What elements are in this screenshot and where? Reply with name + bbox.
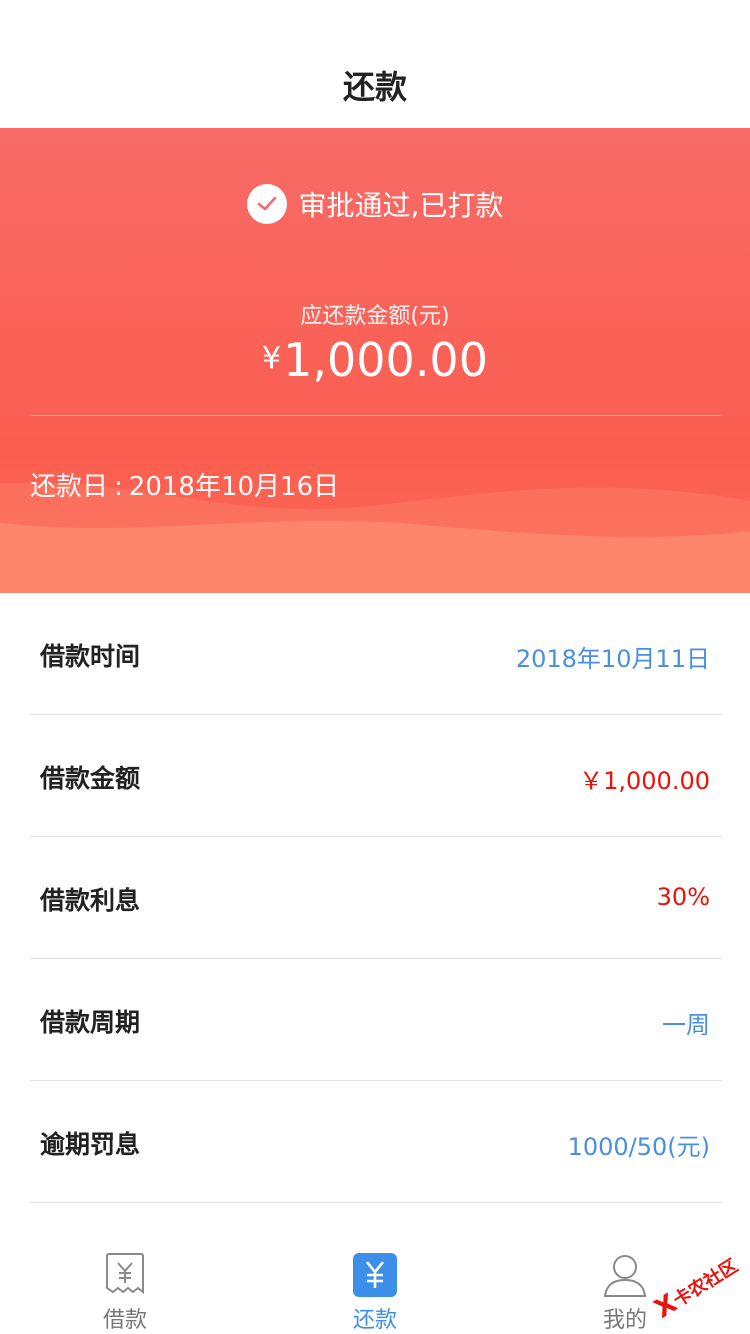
tab-label: 还款: [352, 1308, 397, 1333]
page-title: 还款: [342, 68, 407, 106]
due-amount: ¥1,000.00: [0, 333, 750, 387]
repayment-summary-card: 审批通过,已打款 应还款金额(元) ¥1,000.00 还款日:2018年10月…: [0, 128, 750, 593]
due-amount-label: 应还款金额(元): [300, 304, 450, 329]
row-label: 逾期罚息: [40, 1130, 141, 1159]
status-text: 审批通过,已打款: [298, 189, 504, 222]
nav-bar: 还款: [0, 0, 750, 128]
list-item-loan-amount: 借款金额 ￥1,000.00: [30, 715, 722, 837]
yen-icon: [352, 1252, 398, 1298]
row-value: ￥1,000.00: [579, 767, 710, 795]
list-item-loan-interest: 借款利息 30%: [30, 837, 722, 959]
row-value: 2018年10月11日: [515, 645, 710, 673]
row-label: 借款金额: [40, 764, 141, 793]
repay-date-value: 2018年10月16日: [128, 472, 340, 502]
row-value: 1000/50(元): [567, 1133, 710, 1161]
approval-status: 审批通过,已打款: [0, 184, 750, 228]
tab-label: 借款: [102, 1308, 147, 1333]
currency-symbol: ¥: [262, 341, 282, 376]
tab-bar: 借款 还款 我的: [0, 1230, 750, 1334]
row-label: 借款周期: [40, 1008, 141, 1037]
row-value: 一周: [662, 1011, 710, 1039]
divider: [30, 415, 722, 416]
row-label: 借款利息: [40, 886, 141, 915]
row-value: 30%: [656, 883, 710, 911]
check-circle-icon: [246, 184, 287, 224]
receipt-yen-icon: [102, 1252, 148, 1298]
list-item-loan-time: 借款时间 2018年10月11日: [30, 593, 722, 715]
loan-detail-list: 借款时间 2018年10月11日 借款金额 ￥1,000.00 借款利息 30%…: [0, 593, 750, 1203]
tab-borrow[interactable]: 借款: [0, 1230, 250, 1334]
row-label: 借款时间: [40, 642, 141, 671]
repay-date: 还款日:2018年10月16日: [30, 466, 339, 503]
list-item-overdue-penalty: 逾期罚息 1000/50(元): [30, 1081, 722, 1203]
repay-date-separator: :: [114, 472, 123, 502]
due-amount-value: 1,000.00: [283, 333, 488, 387]
list-item-loan-period: 借款周期 一周: [30, 959, 722, 1081]
tab-repay[interactable]: 还款: [250, 1230, 500, 1334]
repay-date-label: 还款日: [30, 472, 109, 502]
